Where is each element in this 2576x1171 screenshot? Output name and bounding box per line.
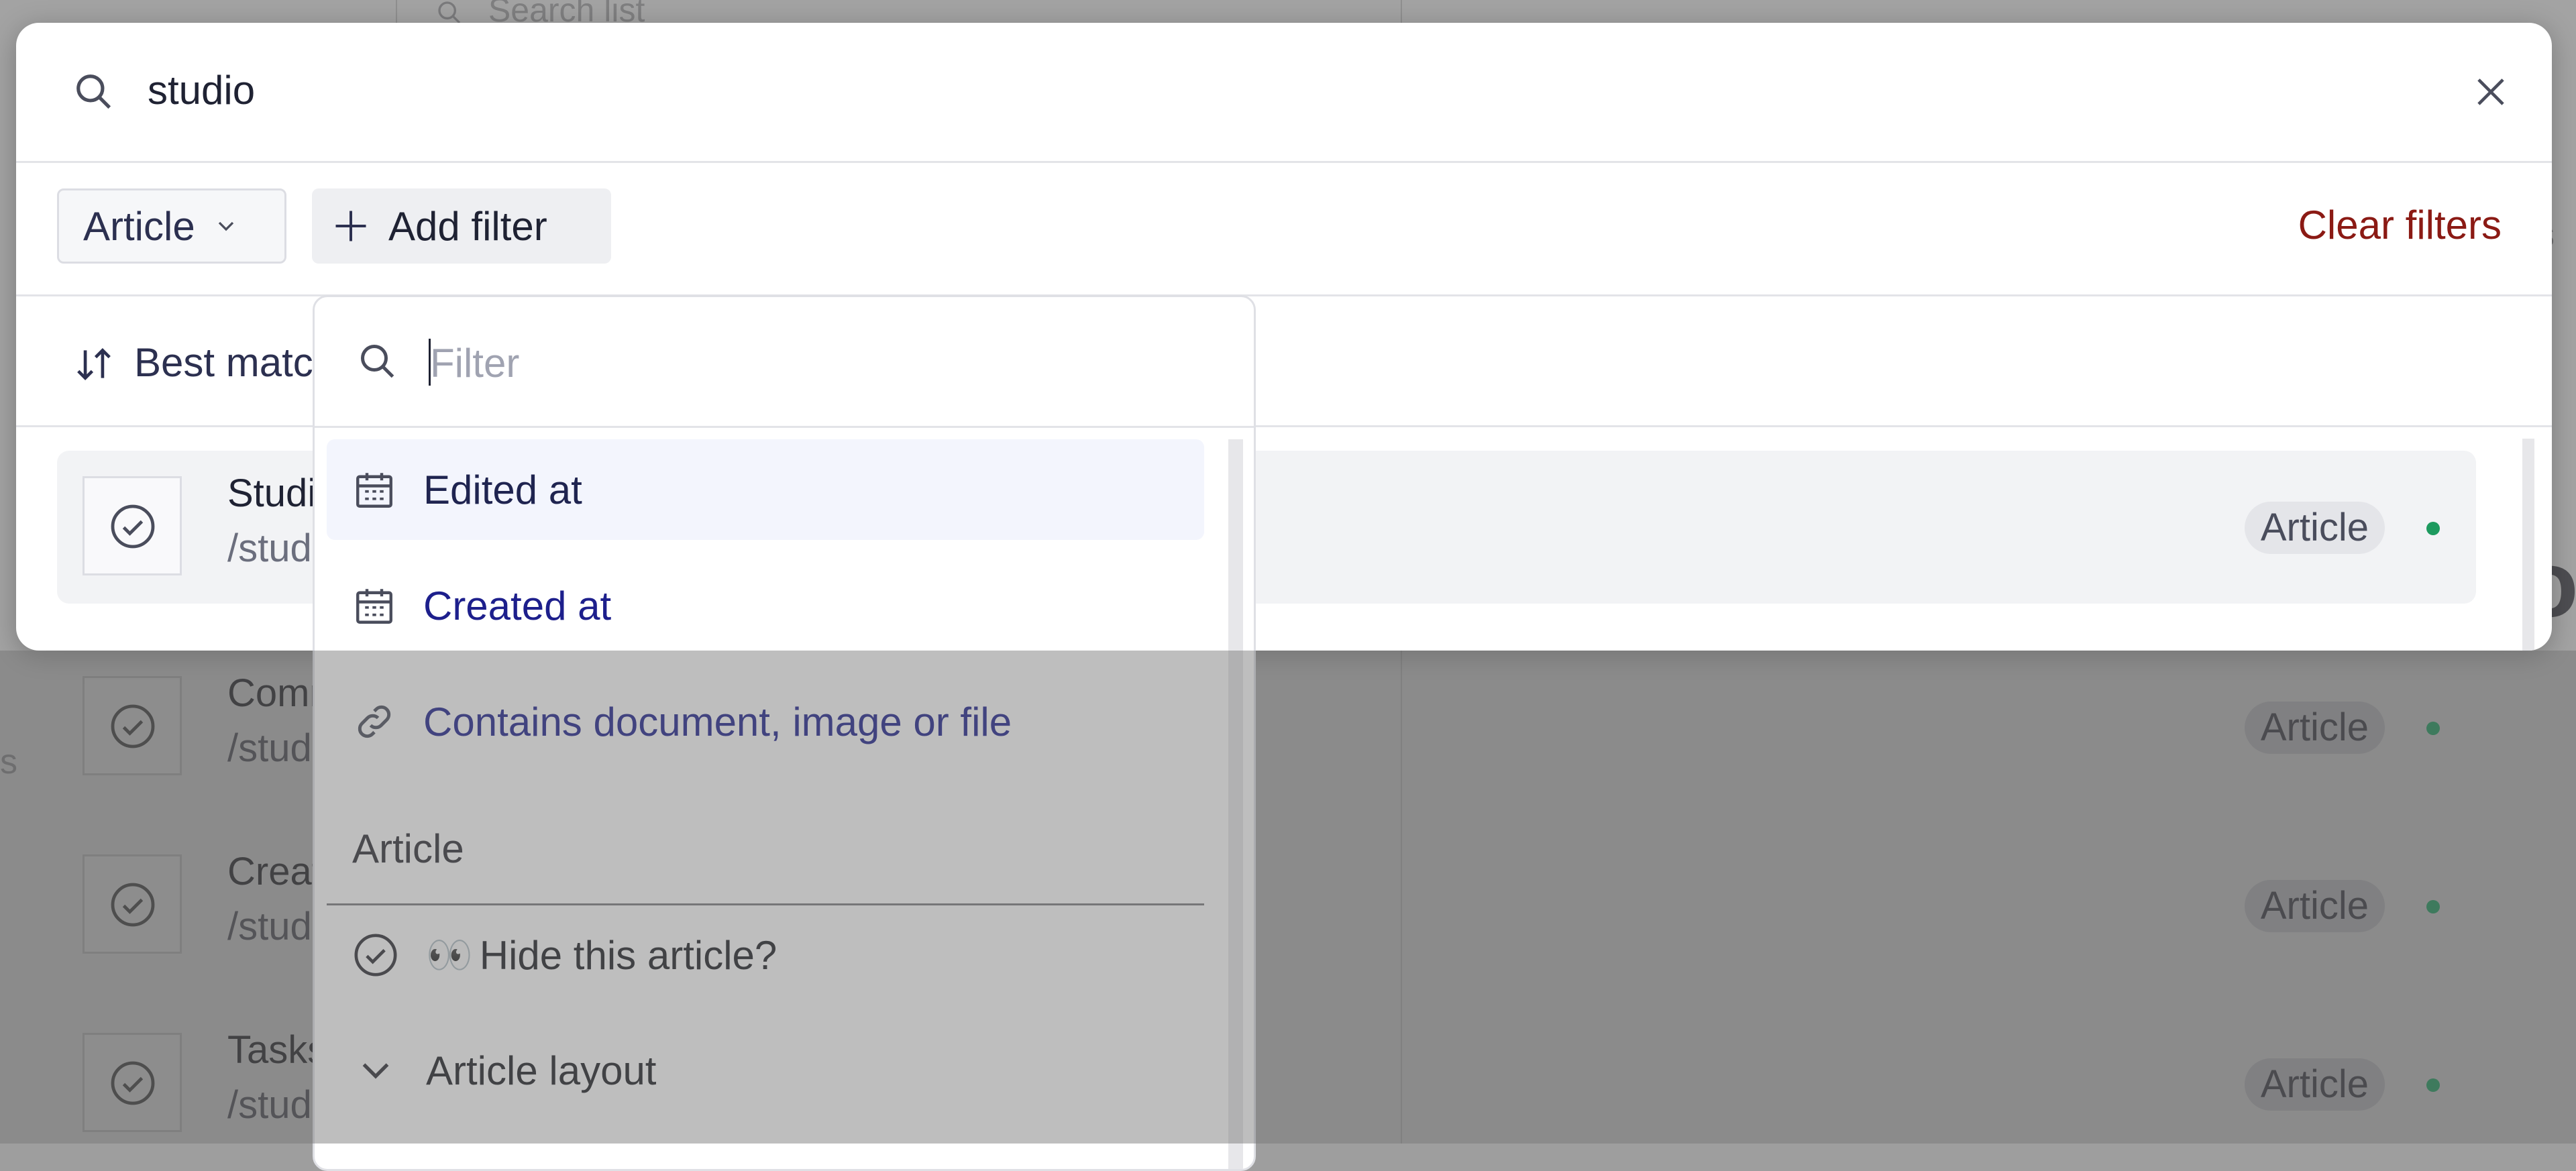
- scrollbar[interactable]: [1228, 439, 1243, 1169]
- filter-option-created-at[interactable]: Created at: [327, 555, 1204, 656]
- add-filter-button[interactable]: Add filter: [312, 188, 611, 264]
- document-icon-box: [83, 676, 182, 775]
- calendar-icon: [356, 473, 392, 508]
- type-badge: Article: [2244, 702, 2385, 754]
- search-icon: [438, 1, 461, 23]
- add-filter-label: Add filter: [388, 203, 547, 249]
- filter-option-edited-at[interactable]: Edited at: [327, 439, 1204, 540]
- document-icon-box: [83, 854, 182, 954]
- calendar-icon: [356, 589, 392, 624]
- scrollbar[interactable]: [2522, 439, 2534, 651]
- status-dot: [2426, 522, 2440, 535]
- result-path: /stud: [227, 905, 312, 948]
- background-text: s: [0, 742, 17, 781]
- filter-option-contains-document[interactable]: Contains document, image or file: [327, 671, 1204, 772]
- check-circle-icon: [111, 1061, 155, 1105]
- document-icon-box: [83, 1033, 182, 1132]
- link-icon: [358, 705, 391, 738]
- filter-option-label: Article layout: [426, 1048, 657, 1093]
- filter-option-label: Edited at: [423, 467, 582, 512]
- filter-option-label: Contains document, image or file: [423, 699, 1012, 744]
- check-circle-icon: [111, 883, 155, 927]
- type-badge: Article: [2244, 1058, 2385, 1111]
- text-cursor: [429, 339, 431, 386]
- filter-search-input[interactable]: [429, 332, 1169, 394]
- result-title: Creat: [227, 850, 323, 893]
- filter-search: [315, 297, 1254, 428]
- close-icon[interactable]: [2470, 71, 2512, 113]
- type-badge: Article: [2244, 502, 2385, 554]
- filter-bar: Article Add filter Clear filters: [16, 163, 2552, 296]
- result-path: /stud: [227, 726, 312, 770]
- status-dot: [2426, 1078, 2440, 1092]
- document-icon-box: [83, 476, 182, 575]
- search-bar: studio: [16, 23, 2552, 163]
- filter-option-hide-article[interactable]: 👀 Hide this article?: [352, 932, 777, 979]
- search-icon: [361, 345, 394, 378]
- filter-dropdown: Edited at Created at Contains document, …: [313, 295, 1256, 1171]
- section-header-article: Article: [352, 826, 464, 871]
- check-circle-icon: [354, 934, 397, 977]
- chevron-down-icon: [218, 221, 233, 231]
- plus-icon: [335, 211, 366, 241]
- status-dot: [2426, 722, 2440, 735]
- check-circle-icon: [111, 504, 155, 549]
- search-input[interactable]: studio: [148, 67, 255, 113]
- status-dot: [2426, 900, 2440, 913]
- type-badge: Article: [2244, 880, 2385, 932]
- filter-option-label: Hide this article?: [479, 932, 777, 978]
- filter-option-article-layout[interactable]: Article layout: [352, 1047, 656, 1094]
- result-path: /stud: [227, 1083, 312, 1127]
- filter-option-label: Created at: [423, 583, 612, 628]
- sort-label[interactable]: Best matc: [134, 339, 313, 386]
- type-filter-chip[interactable]: Article: [57, 188, 286, 264]
- check-circle-icon: [111, 704, 155, 748]
- sort-icon[interactable]: [73, 343, 115, 385]
- result-title: Studi: [227, 471, 317, 515]
- eyes-emoji: 👀: [426, 934, 473, 977]
- result-path: /stud: [227, 526, 312, 570]
- section-divider: [327, 903, 1204, 905]
- search-icon: [76, 74, 111, 109]
- type-filter-label: Article: [83, 203, 195, 249]
- clear-filters-button[interactable]: Clear filters: [2298, 202, 2502, 248]
- chevron-down-icon: [362, 1063, 389, 1079]
